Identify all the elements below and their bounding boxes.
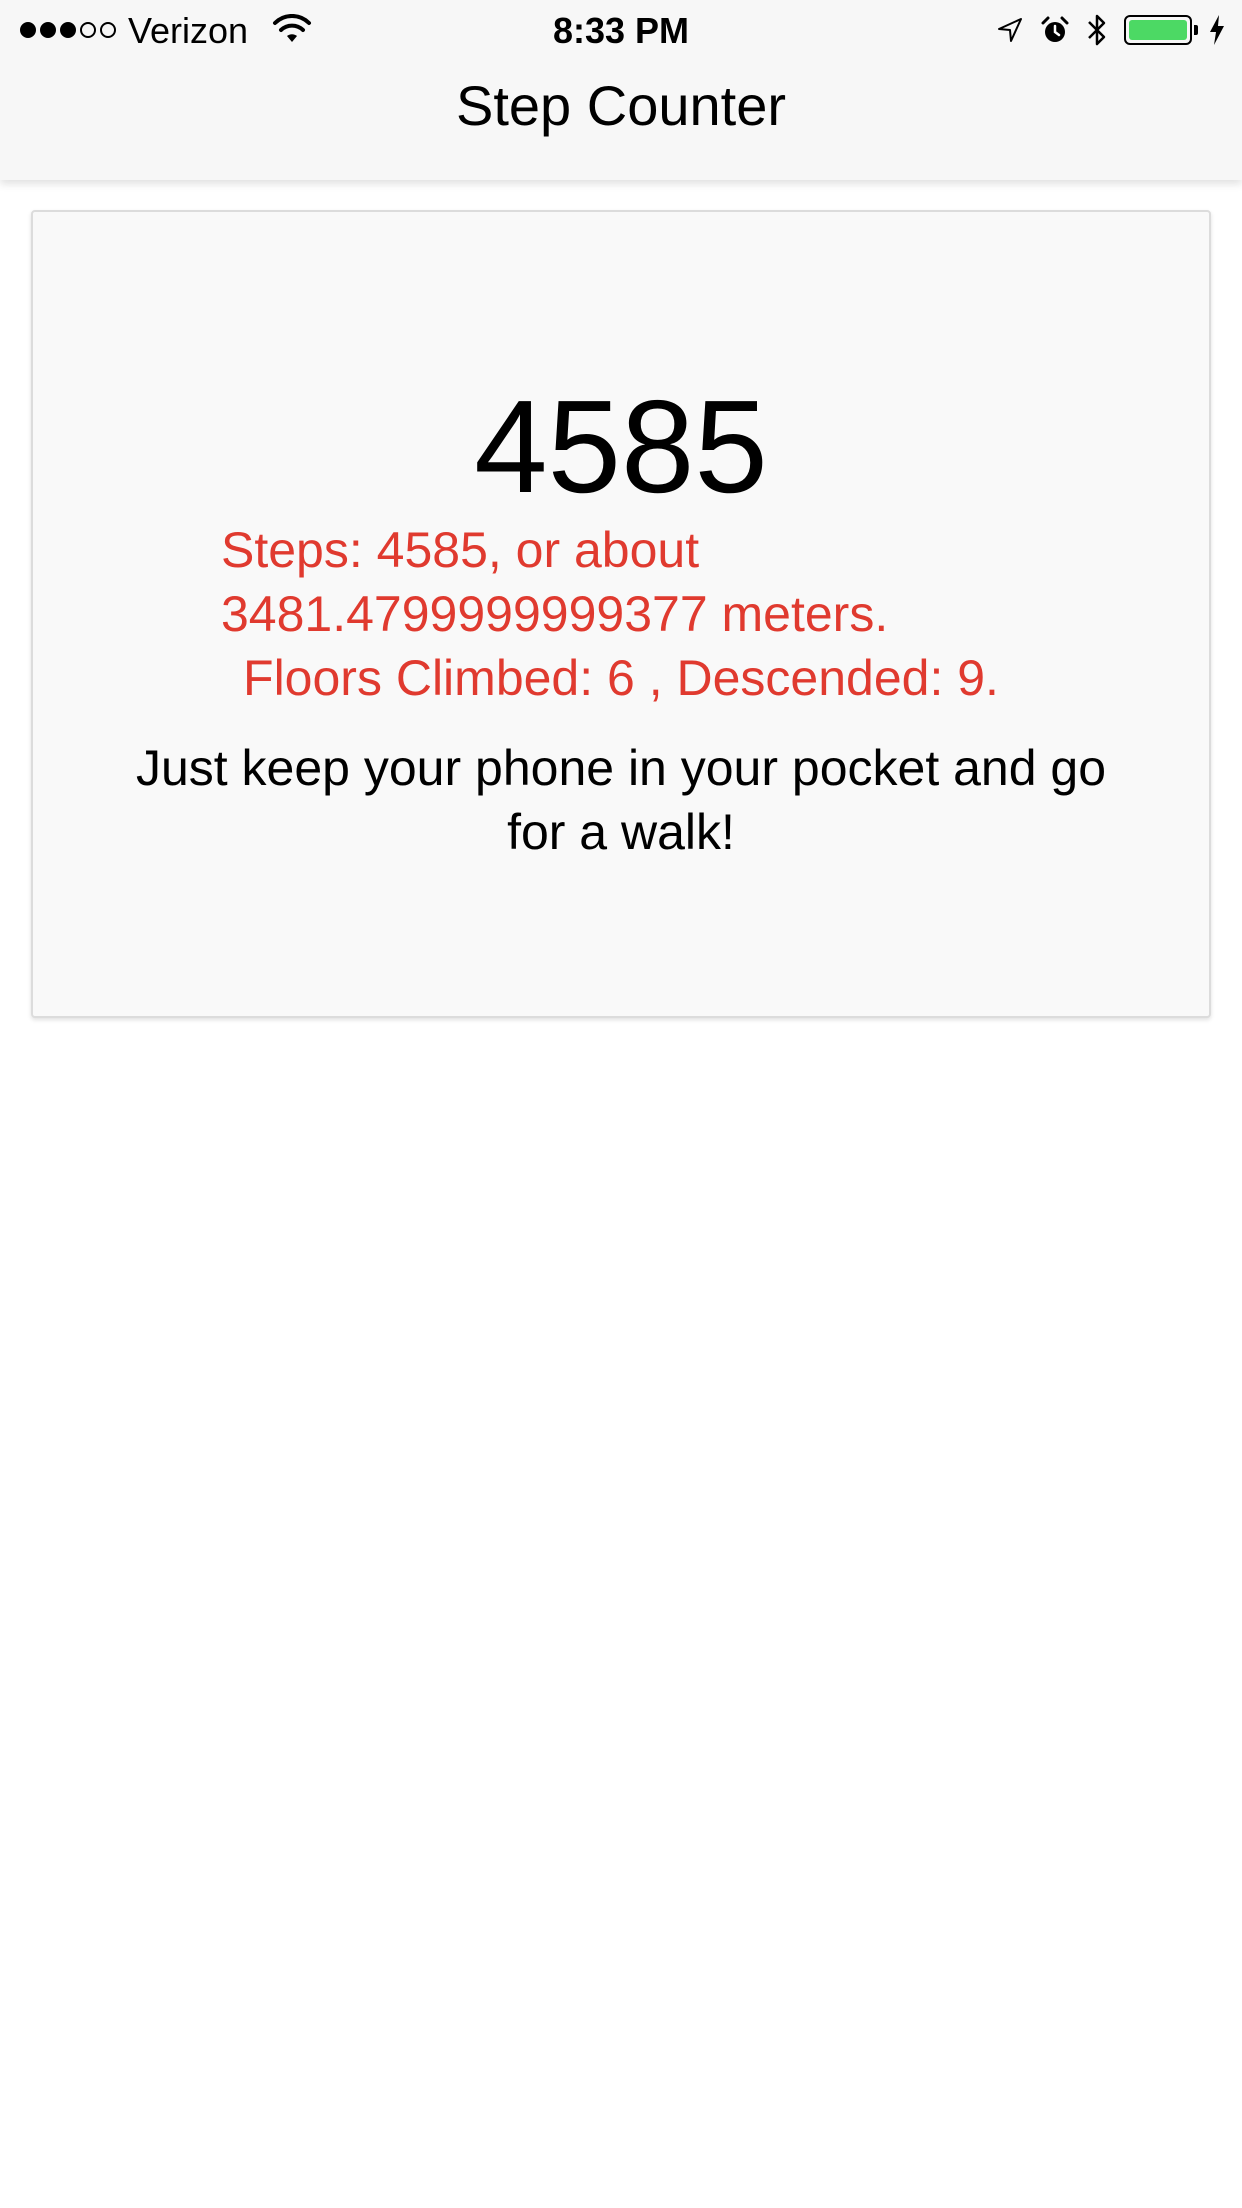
bluetooth-icon <box>1088 14 1106 46</box>
steps-distance-text: Steps: 4585, or about 3481.4799999999377… <box>221 522 889 642</box>
alarm-icon <box>1041 16 1069 42</box>
steps-distance-text-wrapper: Steps: 4585, or about 3481.4799999999377… <box>33 518 1209 646</box>
battery-level-fill <box>1129 20 1187 40</box>
location-arrow-icon <box>998 18 1022 42</box>
floors-text: Floors Climbed: 6 , Descended: 9. <box>243 650 999 706</box>
step-count-value: 4585 <box>474 373 768 520</box>
battery-icon <box>1124 15 1198 45</box>
charging-bolt-icon <box>1210 15 1224 45</box>
status-bar: Verizon 8:33 PM <box>0 0 1242 60</box>
instruction-text: Just keep your phone in your pocket and … <box>135 740 1107 860</box>
page-title: Step Counter <box>456 74 786 137</box>
status-icons <box>996 12 1226 48</box>
battery-cap <box>1194 25 1198 35</box>
navigation-header: Verizon 8:33 PM Step Counter <box>0 0 1242 180</box>
step-counter-card: 4585 Steps: 4585, or about 3481.47999999… <box>31 210 1211 1018</box>
